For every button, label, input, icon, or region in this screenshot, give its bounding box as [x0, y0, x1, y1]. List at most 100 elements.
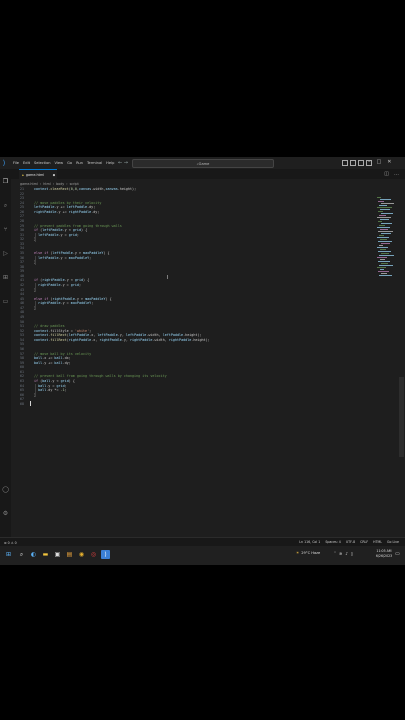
line-number: 57	[20, 351, 24, 356]
editor-actions: ◫ …	[384, 171, 399, 177]
go-live-button[interactable]: Go Live	[387, 540, 399, 544]
toggle-sidebar-icon[interactable]	[342, 160, 348, 166]
store-icon[interactable]: ▣	[53, 550, 62, 559]
split-editor-icon[interactable]: ◫	[384, 171, 389, 177]
language-mode[interactable]: HTML	[373, 540, 382, 544]
command-center-search[interactable]: ⌕ Game	[132, 159, 274, 168]
windows-start-icon[interactable]: ⊞	[4, 550, 13, 559]
minimap-line	[378, 251, 391, 252]
menu-bar: File Edit Selection View Go Run Terminal…	[13, 161, 114, 165]
extensions-icon[interactable]: ⊞	[2, 274, 9, 281]
run-debug-icon[interactable]: ▷	[2, 250, 9, 257]
breadcrumb-body[interactable]: body	[56, 182, 64, 186]
code-line[interactable]: // prevent ball from going through walls…	[34, 374, 167, 378]
line-number: 60	[20, 365, 24, 370]
file-explorer-icon[interactable]: ▬	[41, 550, 50, 559]
line-number: 62	[20, 374, 24, 379]
volume-icon[interactable]: ♪	[345, 551, 348, 556]
encoding[interactable]: UTF-8	[346, 540, 355, 544]
notification-icon[interactable]: ▭	[395, 551, 400, 557]
explorer-icon[interactable]: ❐	[2, 178, 9, 185]
text-cursor	[30, 400, 31, 406]
manage-gear-icon[interactable]: ⚙	[2, 510, 9, 517]
code-line[interactable]: rightPaddle.y = grid;	[34, 283, 81, 287]
breadcrumb: game.html › html › body › script	[20, 181, 79, 186]
code-line[interactable]: // move paddles by their velocity	[34, 201, 101, 205]
minimap-line	[380, 249, 386, 250]
breadcrumb-script[interactable]: script	[70, 182, 79, 186]
clock-date: 6/26/2023	[375, 554, 393, 558]
code-line[interactable]: // draw paddles	[34, 324, 65, 328]
line-ending[interactable]: CRLF	[360, 540, 368, 544]
code-line[interactable]: leftPaddle.y = maxPaddleY;	[34, 256, 91, 260]
code-line[interactable]: else if (rightPaddle.y > maxPaddleY) {	[34, 297, 112, 301]
accounts-icon[interactable]: ◯	[2, 486, 9, 493]
code-line[interactable]: context.fillRect(rightPaddle.x, rightPad…	[34, 338, 210, 342]
code-line[interactable]: else if (leftPaddle.y > maxPaddleY) {	[34, 251, 110, 255]
menu-edit[interactable]: Edit	[23, 161, 30, 165]
code-line[interactable]: context.clearRect(0,0,canvas.width,canva…	[34, 187, 136, 191]
tab-game-html[interactable]: ◆ game.html ●	[19, 169, 57, 179]
indentation[interactable]: Spaces: 4	[325, 540, 341, 544]
minimap[interactable]	[377, 197, 397, 277]
code-line[interactable]: ball.x += ball.dx;	[34, 356, 71, 360]
arrow-right-icon[interactable]: →	[124, 160, 128, 166]
search-icon[interactable]: ⌕	[2, 202, 9, 209]
search-icon[interactable]: ⌕	[17, 550, 26, 559]
menu-terminal[interactable]: Terminal	[87, 161, 102, 165]
edge-browser-icon[interactable]: ◐	[29, 550, 38, 559]
breadcrumb-file[interactable]: game.html	[20, 182, 38, 186]
code-line[interactable]: context.fillStyle = 'white';	[34, 329, 91, 333]
app-icon[interactable]: ▤	[65, 550, 74, 559]
code-line[interactable]: rightPaddle.y = maxPaddleY;	[34, 301, 93, 305]
problems-indicator[interactable]: ⊗ 0 ⚠ 0	[4, 541, 17, 545]
network-icon[interactable]: ≋	[339, 551, 342, 556]
menu-view[interactable]: View	[55, 161, 64, 165]
weather-widget[interactable]: ☀ 29°C Haze	[296, 551, 320, 555]
toggle-panel-icon[interactable]	[350, 160, 356, 166]
remote-explorer-icon[interactable]: ▭	[2, 298, 9, 305]
code-line[interactable]: if (rightPaddle.y < grid) {	[34, 278, 89, 282]
code-line[interactable]: if (leftPaddle.y < grid) {	[34, 228, 87, 232]
window-controls: – □ ✕	[368, 159, 391, 165]
code-line[interactable]: ball.y = grid;	[34, 384, 67, 388]
tab-modified-dot[interactable]: ●	[53, 173, 55, 177]
more-actions-icon[interactable]: …	[394, 171, 399, 177]
vscode-taskbar-icon[interactable]: ⟩	[101, 550, 110, 559]
code-line[interactable]: if (ball.y < grid) {	[34, 379, 75, 383]
opera-browser-icon[interactable]: ◎	[89, 550, 98, 559]
arrow-left-icon[interactable]: ←	[118, 160, 122, 166]
minimap-line	[377, 267, 386, 268]
source-control-icon[interactable]: ⑂	[2, 226, 9, 233]
code-line[interactable]: ball.y += ball.dy;	[34, 361, 71, 365]
vertical-scrollbar[interactable]	[399, 377, 404, 457]
menu-help[interactable]: Help	[106, 161, 114, 165]
chrome-browser-icon[interactable]: ◉	[77, 550, 86, 559]
breadcrumb-html[interactable]: html	[43, 182, 51, 186]
battery-icon[interactable]: ▯	[351, 551, 353, 556]
menu-file[interactable]: File	[13, 161, 19, 165]
code-line[interactable]: context.fillRect(leftPaddle.x, leftPaddl…	[34, 333, 201, 337]
menu-run[interactable]: Run	[76, 161, 83, 165]
menu-selection[interactable]: Selection	[34, 161, 51, 165]
cursor-position[interactable]: Ln 116, Col 1	[299, 540, 320, 544]
code-line[interactable]: // move ball by its velocity	[34, 352, 91, 356]
minimap-line	[377, 227, 390, 228]
line-number: 30	[20, 228, 24, 233]
chevron-up-icon[interactable]: ˄	[334, 551, 336, 556]
close-icon[interactable]: ✕	[387, 159, 391, 165]
code-line[interactable]: // prevent paddles from going through wa…	[34, 224, 122, 228]
line-number: 47	[20, 305, 24, 310]
code-editor[interactable]: 21 22 23 24 25 26 27 28 29 30 31 32 33 34 35 36 37 38 39 40…	[11, 187, 377, 527]
minimap-line	[379, 225, 385, 226]
code-line[interactable]: ball.dy *= -1;	[34, 388, 67, 392]
code-line[interactable]: rightPaddle.y += rightPaddle.dy;	[34, 210, 99, 214]
code-line[interactable]: leftPaddle.y = grid;	[34, 233, 79, 237]
line-number: 36	[20, 255, 24, 260]
code-line[interactable]: leftPaddle.y += leftPaddle.dy;	[34, 205, 95, 209]
minimize-icon[interactable]: –	[368, 159, 371, 165]
clock[interactable]: 11:05 AM 6/26/2023	[374, 549, 394, 559]
toggle-secondary-sidebar-icon[interactable]	[358, 160, 364, 166]
maximize-icon[interactable]: □	[377, 159, 382, 165]
menu-go[interactable]: Go	[67, 161, 72, 165]
